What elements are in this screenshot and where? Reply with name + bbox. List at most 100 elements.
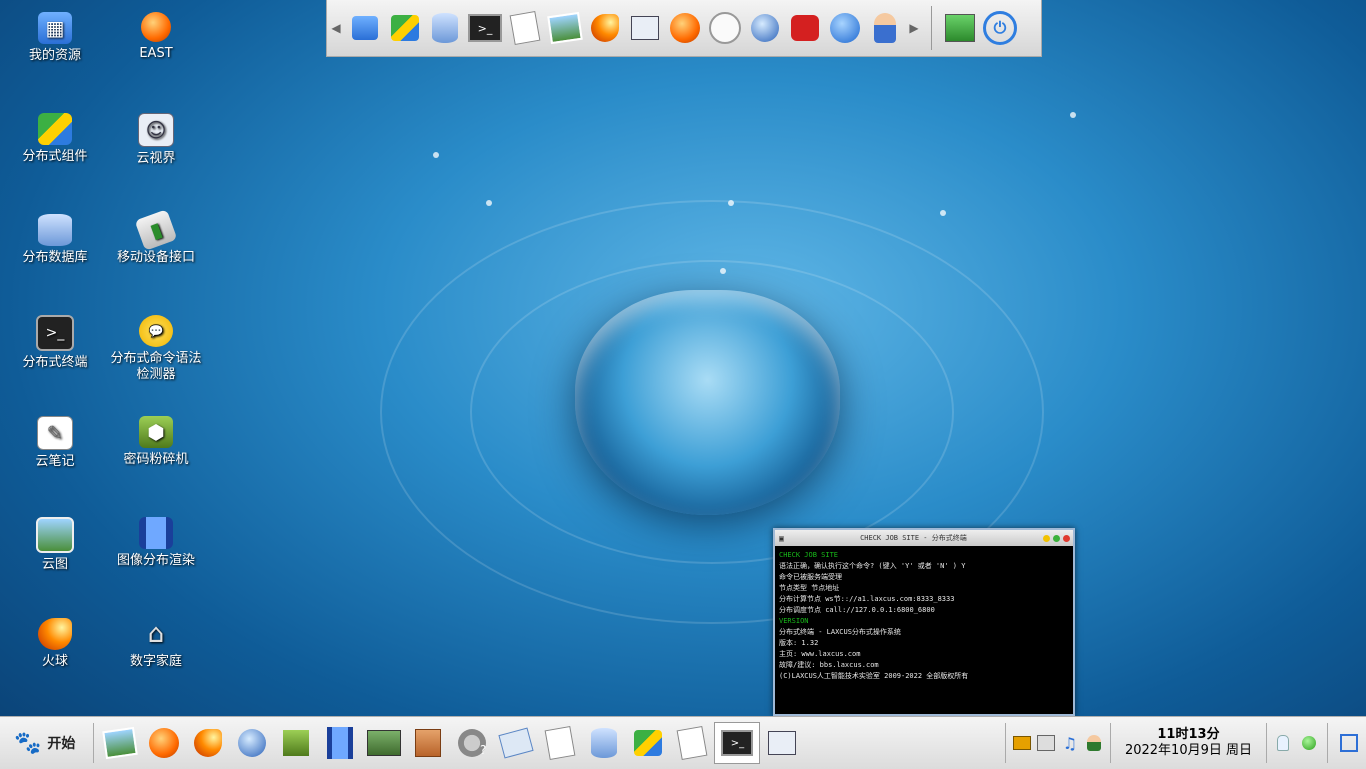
desktop-icon-label: 移动设备接口 [116, 250, 195, 265]
desktop-icon-label: EAST [139, 46, 173, 61]
scroll-right-icon[interactable]: ▶ [905, 21, 923, 35]
tray-card-icon[interactable] [1010, 723, 1034, 763]
terminal-line: CHECK JOB SITE [779, 551, 839, 559]
desktop-icon-cloud-image[interactable]: 云图 [5, 517, 105, 573]
terminal-line: 分布计算节点 ws节:://a1.laxcus.com:8333_8333 [779, 595, 955, 603]
desktop-icon-image-render[interactable]: 图像分布渲染 [106, 517, 206, 569]
desktop-icon-label: 云图 [41, 557, 68, 572]
wallpaper-droplet [728, 200, 734, 206]
desktop-icon-label: 图像分布渲染 [116, 553, 195, 568]
globe-icon[interactable] [746, 11, 784, 45]
taskbar: 🐾 开始 ? >_ ♫ 11时13分 2022年10月9日 周日 [0, 716, 1366, 769]
taskbar-database-icon[interactable] [582, 723, 626, 763]
tray-user-icon[interactable] [1082, 723, 1106, 763]
image-viewer-icon[interactable] [546, 11, 584, 45]
desktop-icon-mobile-interface[interactable]: ▮ 移动设备接口 [106, 209, 206, 266]
terminal-line: 语法正确，确认执行这个命令? (键入 'Y' 或者 'N' ) Y [779, 562, 966, 570]
taskbar-image-viewer-icon[interactable] [98, 723, 142, 763]
orange-orb-icon[interactable] [666, 11, 704, 45]
phone-icon[interactable] [786, 11, 824, 45]
taskbar-orange-orb-icon[interactable] [142, 723, 186, 763]
wallpaper-droplet [486, 200, 492, 206]
taskbar-divider [1109, 723, 1111, 763]
user-photo-icon[interactable] [626, 11, 664, 45]
desktop-icon-east[interactable]: EAST [106, 12, 206, 62]
taskbar-components-icon[interactable] [626, 723, 670, 763]
terminal-output[interactable]: CHECK JOB SITE 语法正确，确认执行这个命令? (键入 'Y' 或者… [775, 546, 1073, 686]
fullscreen-icon[interactable] [1332, 723, 1366, 763]
taskbar-notepad-2-icon[interactable] [670, 723, 714, 763]
terminal-icon[interactable]: >_ [466, 11, 504, 45]
desktop-icon-password-shredder[interactable]: ⬢ 密码粉碎机 [106, 416, 206, 468]
blue-orb-icon[interactable] [826, 11, 864, 45]
clock-icon[interactable] [706, 11, 744, 45]
desktop-icon-label: 我的资源 [28, 48, 81, 63]
tray-music-icon[interactable]: ♫ [1058, 723, 1082, 763]
power-icon[interactable]: ⏻ [981, 11, 1019, 45]
desktop-icon-distributed-terminal[interactable]: >_ 分布式终端 [5, 315, 105, 371]
film-strip-icon [139, 517, 173, 549]
terminal-line: 节点类型 节点地址 [779, 584, 840, 592]
terminal-line: VERSION [779, 617, 809, 625]
taskbar-film-strip-icon[interactable] [318, 723, 362, 763]
resources-icon[interactable] [346, 11, 384, 45]
shredder-icon: ⬢ [139, 416, 173, 448]
fireball-icon [38, 618, 72, 650]
taskbar-shredder-icon[interactable] [274, 723, 318, 763]
desktop-icon-fireball[interactable]: 火球 [5, 618, 105, 670]
taskbar-terminal-icon[interactable]: >_ [714, 722, 761, 764]
person-icon[interactable] [866, 11, 904, 45]
clock-date: 2022年10月9日 周日 [1124, 743, 1252, 758]
desktop-icon-label: 分布式命令语法检测器 [110, 351, 202, 382]
scroll-left-icon[interactable]: ◀ [327, 21, 345, 35]
desktop-icon-digital-home[interactable]: ⌂ 数字家庭 [106, 618, 206, 670]
taskbar-network-icon[interactable] [362, 723, 406, 763]
image-viewer-icon [36, 517, 74, 553]
tray-status-icon[interactable] [1295, 723, 1323, 763]
tray-lightbulb-icon[interactable] [1271, 723, 1295, 763]
database-icon [38, 214, 72, 246]
taskbar-package-icon[interactable] [406, 723, 450, 763]
notepad-icon: ✎ [37, 416, 73, 450]
wallpaper-droplet [940, 210, 946, 216]
taskbar-edit-icon[interactable] [494, 723, 538, 763]
chat-bubble-icon: 💬 [139, 315, 173, 347]
wallpaper-droplet [1070, 112, 1076, 118]
terminal-title: CHECK JOB SITE - 分布式终端 [860, 534, 967, 542]
mobile-device-icon: ▮ [134, 209, 178, 251]
minimize-button[interactable] [1043, 534, 1050, 542]
desktop-icon-my-resources[interactable]: ▦ 我的资源 [5, 12, 105, 64]
desktop-icon-cloud-notes[interactable]: ✎ 云笔记 [5, 416, 105, 470]
desktop-icon-label: 分布式组件 [22, 149, 88, 164]
taskbar-user-photo-icon[interactable] [760, 723, 804, 763]
desktop-icon-distributed-components[interactable]: 分布式组件 [5, 113, 105, 165]
maximize-button[interactable] [1053, 534, 1060, 542]
notepad-icon[interactable] [506, 10, 544, 46]
components-icon[interactable] [386, 11, 424, 45]
taskbar-settings-help-icon[interactable]: ? [450, 723, 494, 763]
tray-printer-icon[interactable] [1034, 723, 1058, 763]
terminal-line: 故障/建议: bbs.laxcus.com [779, 661, 879, 669]
desktop-icon-cloud-vision[interactable]: ☺ 云视界 [106, 113, 206, 167]
desktop-icon-label: 分布数据库 [22, 250, 88, 265]
resources-icon: ▦ [38, 12, 72, 44]
taskbar-globe-icon[interactable] [230, 723, 274, 763]
terminal-line: 主页: www.laxcus.com [779, 650, 861, 658]
close-button[interactable] [1063, 534, 1070, 542]
start-button[interactable]: 🐾 开始 [0, 731, 89, 756]
desktop-icon-label: 密码粉碎机 [123, 452, 189, 467]
fireball-icon[interactable] [586, 11, 624, 45]
terminal-titlebar[interactable]: ▣ CHECK JOB SITE - 分布式终端 [775, 530, 1073, 546]
top-launcher-bar: ◀ >_ ▶ ⏻ [326, 0, 1042, 57]
database-icon[interactable] [426, 11, 464, 45]
terminal-line: 版本: 1.32 [779, 639, 819, 647]
taskbar-notepad-icon[interactable] [538, 723, 582, 763]
taskbar-divider [93, 723, 95, 763]
desktop-icon-distributed-database[interactable]: 分布数据库 [5, 214, 105, 266]
desktop-icon-command-syntax-checker[interactable]: 💬 分布式命令语法检测器 [106, 315, 206, 383]
taskbar-fireball-icon[interactable] [186, 723, 230, 763]
show-desktop-icon[interactable] [941, 11, 979, 45]
house-icon: ⌂ [147, 619, 165, 649]
system-clock[interactable]: 11时13分 2022年10月9日 周日 [1115, 727, 1262, 759]
terminal-window[interactable]: ▣ CHECK JOB SITE - 分布式终端 CHECK JOB SITE … [773, 528, 1075, 716]
